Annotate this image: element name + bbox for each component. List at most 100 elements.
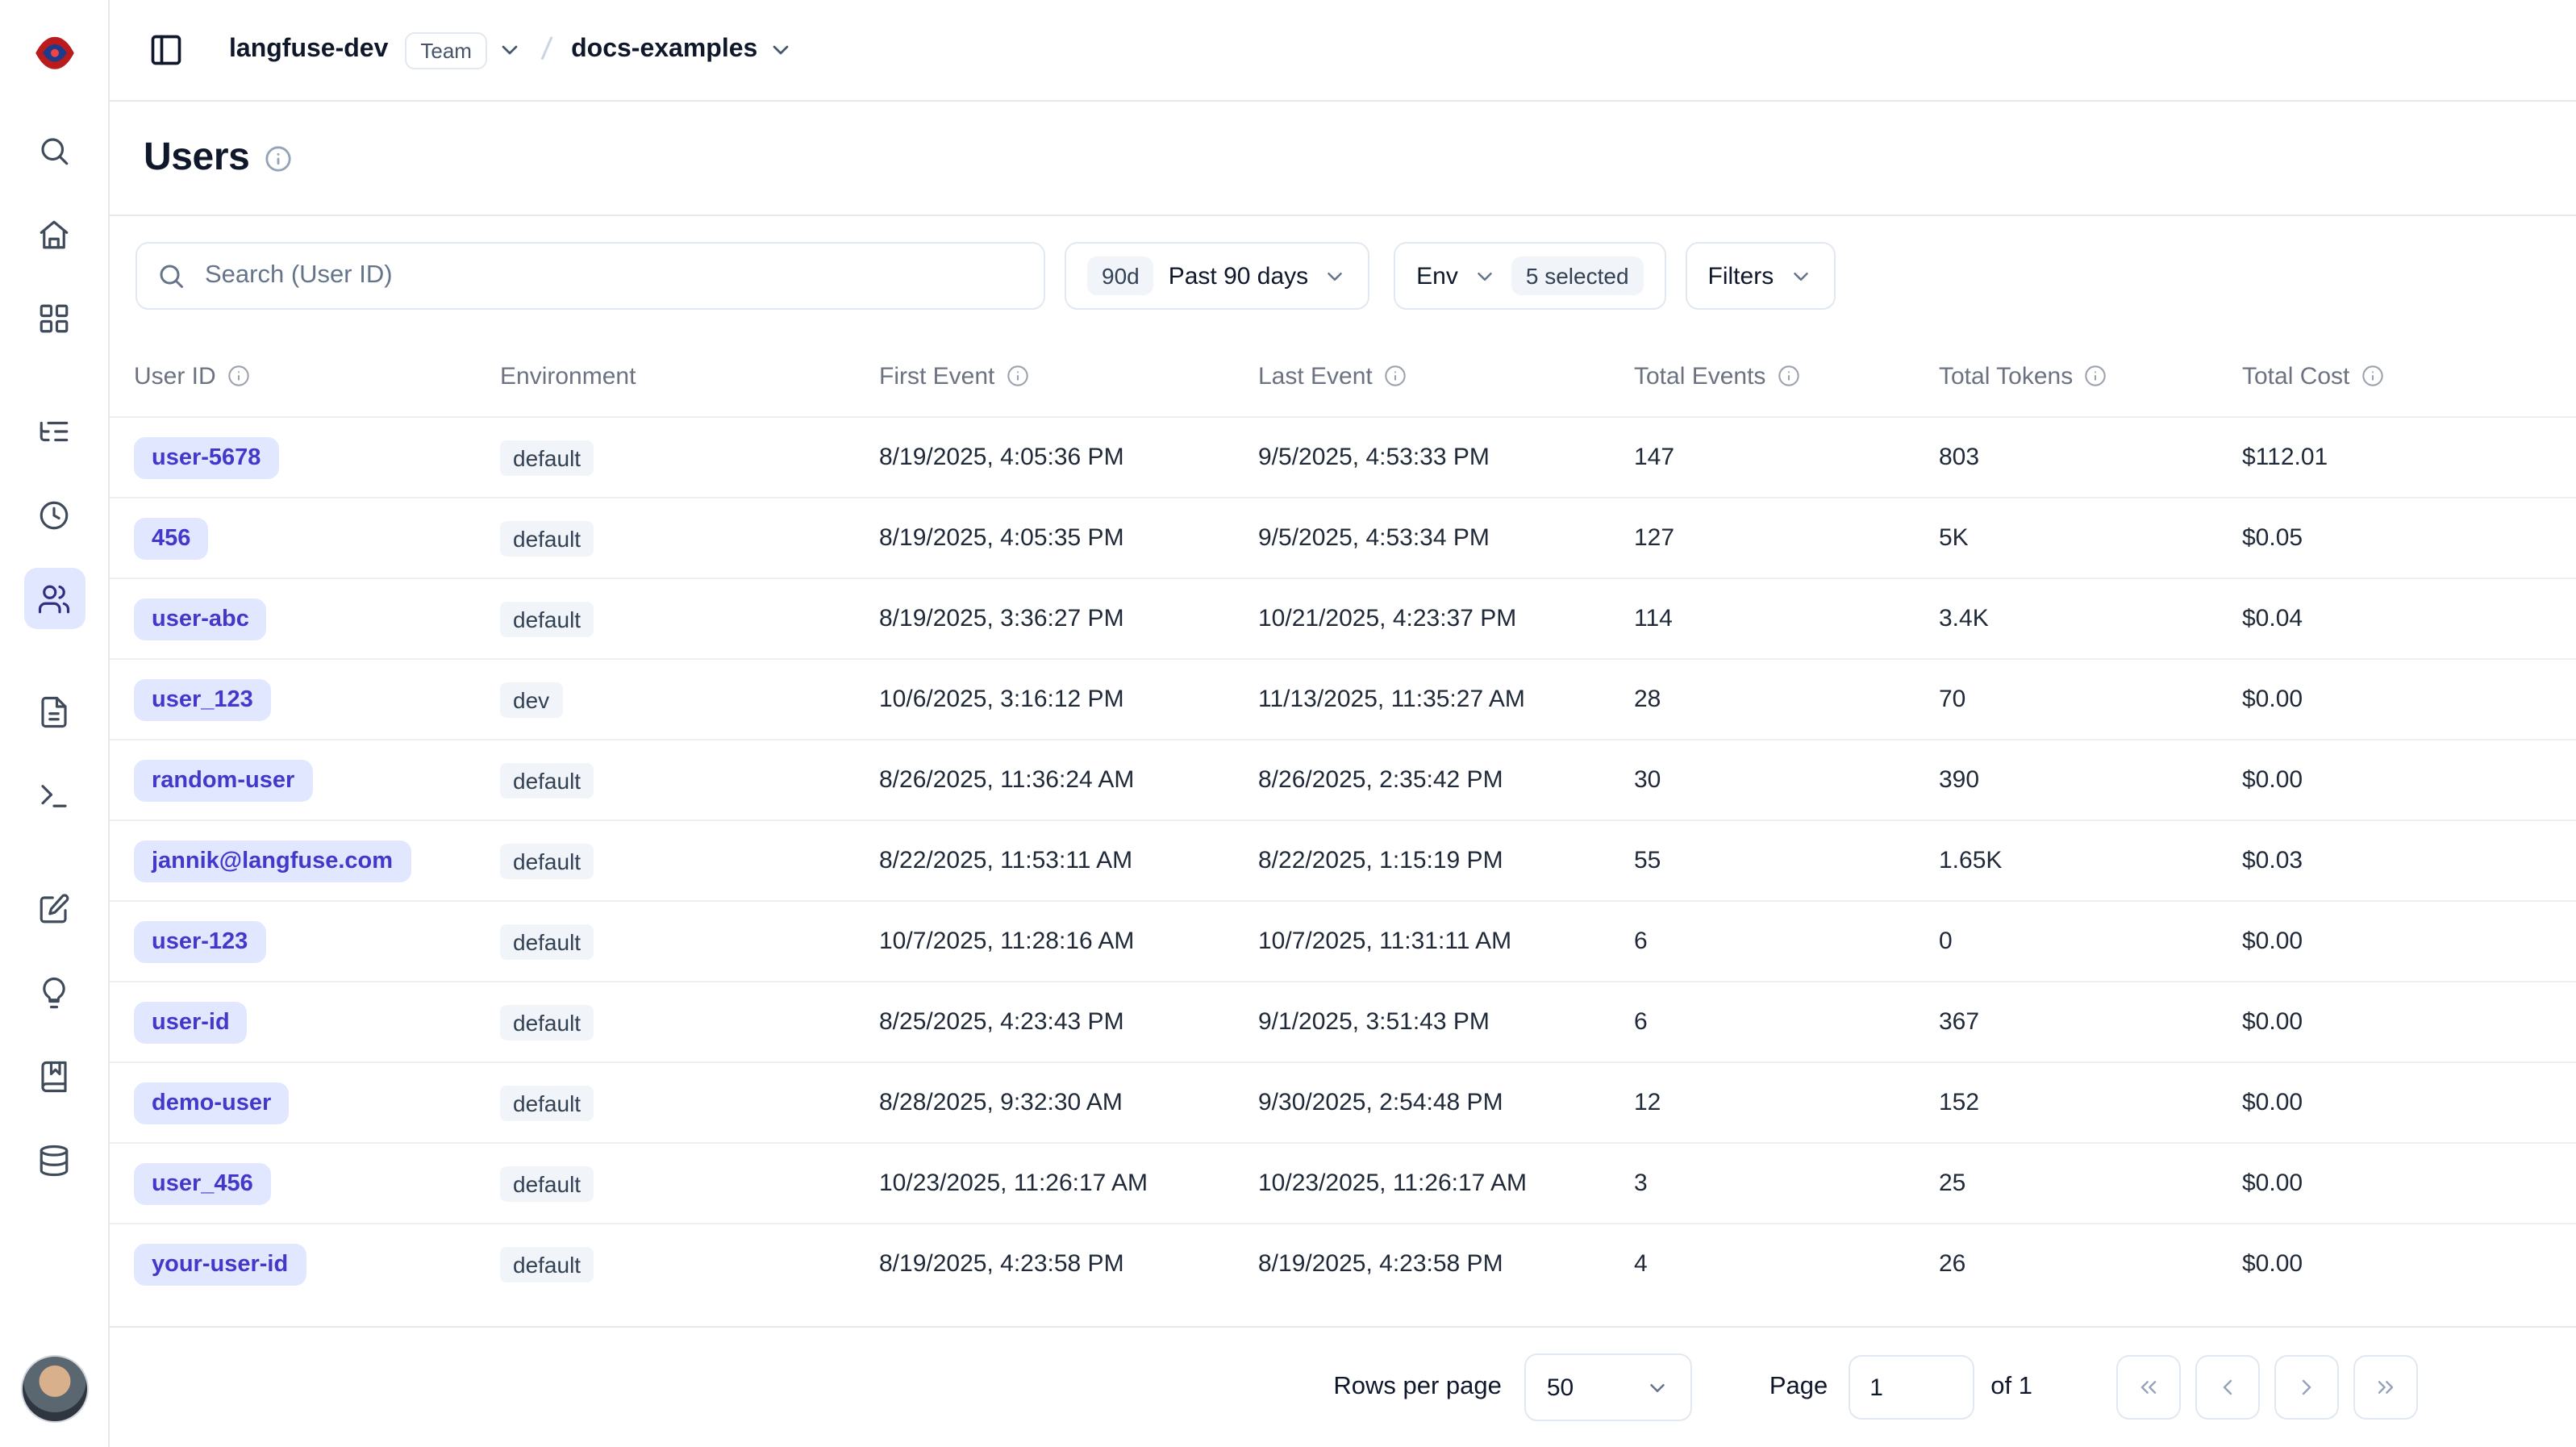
chevron-down-icon bbox=[1788, 264, 1812, 288]
column-header-label: Total Events bbox=[1634, 362, 1765, 390]
sidebar-item-search[interactable] bbox=[23, 119, 85, 181]
sidebar-toggle-button[interactable] bbox=[142, 26, 190, 74]
sidebar-item-annotation[interactable] bbox=[23, 1045, 85, 1107]
user-id-cell: demo-user bbox=[134, 1082, 500, 1124]
environment-cell: dev bbox=[500, 682, 879, 717]
first-page-button[interactable] bbox=[2116, 1355, 2181, 1420]
environment-cell: default bbox=[500, 1004, 879, 1040]
table-row[interactable]: user-123default10/7/2025, 11:28:16 AM10/… bbox=[110, 900, 2576, 981]
grid-icon bbox=[37, 301, 71, 335]
prev-page-button[interactable] bbox=[2195, 1355, 2260, 1420]
sidebar-item-playground[interactable] bbox=[23, 765, 85, 826]
environment-badge: default bbox=[500, 843, 594, 878]
date-range-picker[interactable]: 90d Past 90 days bbox=[1065, 242, 1369, 310]
terminal-icon bbox=[37, 778, 71, 812]
sidebar-item-users[interactable] bbox=[23, 568, 85, 629]
user-id-cell: jannik@langfuse.com bbox=[134, 840, 500, 882]
table-row[interactable]: demo-userdefault8/28/2025, 9:32:30 AM9/3… bbox=[110, 1061, 2576, 1142]
table-row[interactable]: user-abcdefault8/19/2025, 3:36:27 PM10/2… bbox=[110, 578, 2576, 658]
column-header[interactable]: Total Cost bbox=[2242, 362, 2576, 390]
total-cost-cell: $0.00 bbox=[2242, 1008, 2576, 1036]
user-id-badge[interactable]: random-user bbox=[134, 759, 312, 801]
chevron-down-icon bbox=[1645, 1375, 1669, 1399]
total-tokens-cell: 803 bbox=[1939, 444, 2242, 471]
sidebar-item-home[interactable] bbox=[23, 203, 85, 265]
environment-badge: default bbox=[500, 762, 594, 798]
table-row[interactable]: 456default8/19/2025, 4:05:35 PM9/5/2025,… bbox=[110, 497, 2576, 578]
last-event-cell: 10/23/2025, 11:26:17 AM bbox=[1258, 1170, 1634, 1197]
first-event-cell: 8/19/2025, 4:23:58 PM bbox=[879, 1250, 1258, 1278]
sidebar-item-prompts[interactable] bbox=[23, 681, 85, 742]
column-header[interactable]: User ID bbox=[134, 362, 500, 390]
sidebar-item-dashboards[interactable] bbox=[23, 287, 85, 348]
project-switcher-chevron[interactable] bbox=[767, 37, 793, 63]
table-row[interactable]: user_456default10/23/2025, 11:26:17 AM10… bbox=[110, 1142, 2576, 1223]
user-id-badge[interactable]: user-abc bbox=[134, 598, 267, 640]
langfuse-logo-icon[interactable] bbox=[25, 21, 83, 79]
database-icon bbox=[37, 1143, 71, 1177]
info-icon[interactable] bbox=[227, 365, 250, 387]
column-header-label: User ID bbox=[134, 362, 216, 390]
environment-badge: default bbox=[500, 520, 594, 556]
user-id-badge[interactable]: your-user-id bbox=[134, 1243, 306, 1285]
chevron-left-icon bbox=[2215, 1374, 2240, 1400]
project-name[interactable]: docs-examples bbox=[571, 35, 757, 65]
table-row[interactable]: your-user-iddefault8/19/2025, 4:23:58 PM… bbox=[110, 1223, 2576, 1303]
table-row[interactable]: jannik@langfuse.comdefault8/22/2025, 11:… bbox=[110, 819, 2576, 900]
table-row[interactable]: random-userdefault8/26/2025, 11:36:24 AM… bbox=[110, 739, 2576, 819]
info-icon[interactable] bbox=[2084, 365, 2107, 387]
page-number-input[interactable] bbox=[1849, 1355, 1974, 1420]
total-events-cell: 55 bbox=[1634, 847, 1939, 874]
total-tokens-cell: 390 bbox=[1939, 766, 2242, 794]
environment-cell: default bbox=[500, 762, 879, 798]
info-icon[interactable] bbox=[1777, 365, 1799, 387]
table-body: user-5678default8/19/2025, 4:05:36 PM9/5… bbox=[110, 416, 2576, 1303]
user-id-badge[interactable]: jannik@langfuse.com bbox=[134, 840, 411, 882]
info-icon[interactable] bbox=[2361, 365, 2383, 387]
column-header[interactable]: First Event bbox=[879, 362, 1258, 390]
environment-selected-badge: 5 selected bbox=[1511, 256, 1644, 295]
environment-cell: default bbox=[500, 440, 879, 475]
org-switcher-chevron[interactable] bbox=[498, 37, 523, 63]
pagination bbox=[2116, 1355, 2418, 1420]
sidebar-item-datasets[interactable] bbox=[23, 1129, 85, 1191]
column-header[interactable]: Last Event bbox=[1258, 362, 1634, 390]
environment-filter[interactable]: Env 5 selected bbox=[1394, 242, 1665, 310]
user-id-badge[interactable]: user-id bbox=[134, 1001, 248, 1043]
table-row[interactable]: user-5678default8/19/2025, 4:05:36 PM9/5… bbox=[110, 416, 2576, 497]
rows-per-page-select[interactable]: 50 bbox=[1524, 1353, 1692, 1421]
info-icon[interactable] bbox=[264, 144, 291, 172]
table-row[interactable]: user-iddefault8/25/2025, 4:23:43 PM9/1/2… bbox=[110, 981, 2576, 1061]
info-icon[interactable] bbox=[1384, 365, 1407, 387]
sidebar-item-sessions[interactable] bbox=[23, 484, 85, 545]
column-header[interactable]: Total Tokens bbox=[1939, 362, 2242, 390]
user-id-badge[interactable]: demo-user bbox=[134, 1082, 289, 1124]
sidebar-item-insights[interactable] bbox=[23, 961, 85, 1023]
sidebar-item-evaluation[interactable] bbox=[23, 878, 85, 939]
last-event-cell: 9/1/2025, 3:51:43 PM bbox=[1258, 1008, 1634, 1036]
environment-cell: default bbox=[500, 1085, 879, 1120]
table-row[interactable]: user_123dev10/6/2025, 3:16:12 PM11/13/20… bbox=[110, 658, 2576, 739]
last-event-cell: 9/30/2025, 2:54:48 PM bbox=[1258, 1089, 1634, 1116]
total-tokens-cell: 3.4K bbox=[1939, 605, 2242, 632]
user-id-badge[interactable]: user_123 bbox=[134, 678, 271, 720]
search-input[interactable] bbox=[135, 242, 1045, 310]
user-id-badge[interactable]: user_456 bbox=[134, 1162, 271, 1204]
last-event-cell: 11/13/2025, 11:35:27 AM bbox=[1258, 686, 1634, 713]
sidebar-item-tracing[interactable] bbox=[23, 400, 85, 461]
next-page-button[interactable] bbox=[2274, 1355, 2339, 1420]
total-events-cell: 3 bbox=[1634, 1170, 1939, 1197]
column-header[interactable]: Environment bbox=[500, 362, 879, 390]
last-page-button[interactable] bbox=[2353, 1355, 2418, 1420]
user-id-badge[interactable]: user-5678 bbox=[134, 436, 278, 478]
org-name[interactable]: langfuse-dev bbox=[229, 35, 388, 65]
user-avatar[interactable] bbox=[20, 1355, 88, 1423]
topbar: langfuse-dev Team / docs-examples bbox=[110, 0, 2576, 102]
user-id-badge[interactable]: 456 bbox=[134, 517, 208, 559]
filters-button[interactable]: Filters bbox=[1686, 242, 1836, 310]
column-header[interactable]: Total Events bbox=[1634, 362, 1939, 390]
user-id-badge[interactable]: user-123 bbox=[134, 920, 265, 962]
info-icon[interactable] bbox=[1006, 365, 1028, 387]
list-tree-icon bbox=[37, 414, 71, 448]
column-header-label: Last Event bbox=[1258, 362, 1373, 390]
